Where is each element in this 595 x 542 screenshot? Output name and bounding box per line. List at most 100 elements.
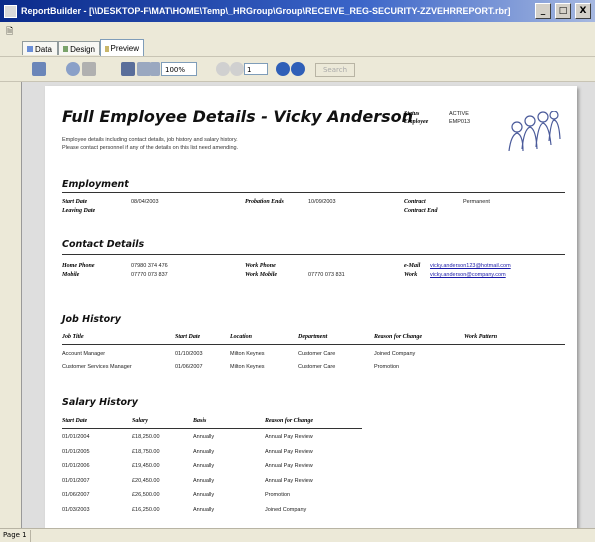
job-cell: Joined Company [374,351,416,357]
window-titlebar: ReportBuilder - [\\DESKTOP-F\MAT\HOME\Te… [0,0,595,22]
status-divider [30,530,31,542]
contract-end-label: Contract End [404,208,438,214]
whole-page-icon[interactable] [121,62,135,76]
job-cell: Customer Services Manager [62,364,132,370]
job-cell: Customer Care [298,364,336,370]
job-col-header: Job Title [62,334,84,340]
tab-preview-label: Preview [110,44,139,53]
salary-col-header: Basis [193,418,207,424]
salary-history-heading: Salary History [62,397,138,408]
work-mobile-value: 07770 073 831 [308,272,345,278]
probation-label: Probation Ends [245,199,284,205]
print-icon[interactable] [32,62,46,76]
job-cell: Milton Keynes [230,351,265,357]
preview-icon [105,45,109,52]
next-page-icon[interactable] [276,62,290,76]
home-phone-value: 07980 374 476 [131,263,168,269]
salary-cell: Annually [193,434,215,440]
page-number-input[interactable]: 1 [244,63,268,75]
employment-heading: Employment [62,179,129,190]
salary-cell: £20,450.00 [132,477,160,484]
job-cell: 01/06/2007 [175,364,203,370]
tab-preview[interactable]: Preview [100,39,144,56]
job-history-heading: Job History [62,314,121,325]
menubar: 🗎 [0,22,595,38]
salary-cell: £18,250.00 [132,434,160,440]
employment-rule [62,192,565,193]
start-date-label: Start Date [62,199,88,205]
salary-cell: £19,450.00 [132,463,160,469]
left-panel [0,82,21,528]
minimize-button[interactable]: _ [535,3,551,19]
zoom-select[interactable]: 100% [161,62,197,76]
salary-cell: Annually [193,506,215,513]
page-width-icon[interactable] [137,62,151,76]
salary-cell: Joined Company [265,506,307,513]
tab-data[interactable]: Data [22,41,58,55]
salary-cell: Annual Pay Review [265,477,313,484]
salary-cell: £26,500.00 [132,492,160,498]
work-email-link[interactable]: vicky.anderson@company.com [430,272,506,278]
salary-col-header: Start Date [62,418,88,424]
leaving-date-label: Leaving Date [62,208,96,214]
salary-cell: Annually [193,448,215,455]
probation-value: 10/09/2003 [308,199,336,205]
prior-page-icon[interactable] [230,62,244,76]
job-history-rule [62,344,565,345]
app-icon [4,4,17,18]
salary-cell: 01/03/2003 [62,506,90,513]
email-link[interactable]: vicky.anderson123@hotmail.com [430,263,511,269]
work-phone-label: Work Phone [245,263,276,269]
job-cell: Account Manager [62,351,106,357]
salary-col-header: Salary [132,418,149,424]
status-page: Page 1 [3,531,27,539]
start-date-value: 08/04/2003 [131,199,159,205]
contact-heading: Contact Details [62,239,145,250]
salary-cell: 01/01/2007 [62,477,90,484]
last-page-icon[interactable] [291,62,305,76]
search-icon[interactable] [66,62,80,76]
salary-cell: Annual Pay Review [265,448,313,455]
design-icon [63,46,69,52]
salary-cell: Promotion [265,492,291,498]
preview-toolbar: 100% 1 Search [0,56,595,82]
salary-cell: Annual Pay Review [265,463,313,469]
data-icon [27,46,33,52]
job-col-header: Reason for Change [374,334,423,340]
job-col-header: Work Pattern [464,334,498,340]
status-bar: Page 1 [0,528,595,542]
job-col-header: Start Date [175,334,201,340]
restore-button[interactable]: □ [555,3,571,19]
salary-cell: Annually [193,477,215,484]
first-page-icon[interactable] [216,62,230,76]
people-logo-icon [508,111,561,151]
salary-cell: Annually [193,463,215,469]
salary-cell: Annual Pay Review [265,434,313,440]
mobile-value: 07770 073 837 [131,272,168,278]
tab-design[interactable]: Design [58,41,100,55]
job-cell: 01/10/2003 [175,351,203,357]
tab-data-label: Data [35,44,52,54]
work-mobile-label: Work Mobile [245,272,278,278]
salary-cell: 01/01/2005 [62,448,90,455]
close-button[interactable]: X [575,3,591,19]
job-cell: Customer Care [298,351,336,357]
search-button[interactable]: Search [315,63,355,77]
contract-label: Contract [404,199,426,205]
salary-cell: £18,750.00 [132,448,160,455]
status-label: Status [404,111,420,117]
binoculars-icon[interactable] [82,62,96,76]
job-col-header: Department [298,334,328,340]
tab-design-label: Design [70,44,95,54]
mobile-label: Mobile [62,272,80,278]
job-cell: Milton Keynes [230,364,265,370]
contact-rule [62,254,565,255]
salary-cell: Annually [193,492,215,498]
email-label: e-Mail [404,263,421,269]
salary-cell: 01/01/2004 [62,434,90,440]
zoom-icon[interactable] [150,62,160,76]
report-intro-line2: Please contact personnel if any of the d… [62,145,239,151]
tab-bar: Data Design Preview [0,38,595,56]
employee-label: Employee [404,119,429,125]
home-phone-label: Home Phone [62,263,95,269]
